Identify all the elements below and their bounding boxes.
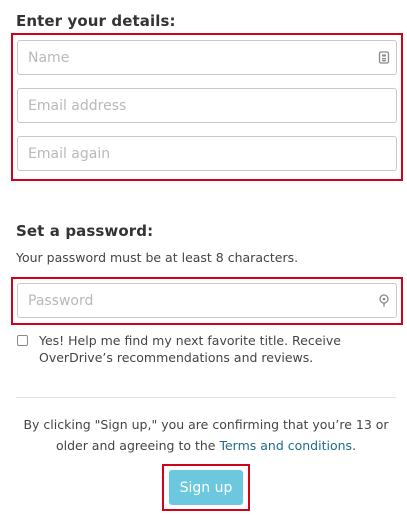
terms-link[interactable]: Terms and conditions (219, 438, 352, 453)
legal-text: By clicking "Sign up," you are confirmin… (16, 414, 396, 456)
password-field[interactable] (17, 283, 397, 318)
name-input[interactable] (18, 41, 358, 74)
opt-in-label[interactable]: Yes! Help me find my next favorite title… (39, 332, 369, 366)
password-key-icon (379, 294, 389, 307)
opt-in-checkbox[interactable] (17, 335, 28, 346)
email-again-input[interactable] (18, 137, 358, 170)
legal-suffix: . (352, 438, 357, 453)
divider (16, 397, 396, 398)
email-field[interactable] (17, 88, 397, 123)
email-input[interactable] (18, 89, 358, 122)
email-again-field[interactable] (17, 136, 397, 171)
name-field[interactable] (17, 40, 397, 75)
password-heading: Set a password: (16, 222, 154, 240)
password-input[interactable] (18, 284, 358, 317)
details-heading: Enter your details: (16, 12, 176, 30)
contact-card-icon (378, 51, 390, 64)
signup-button[interactable]: Sign up (169, 470, 243, 505)
password-hint: Your password must be at least 8 charact… (16, 250, 299, 265)
